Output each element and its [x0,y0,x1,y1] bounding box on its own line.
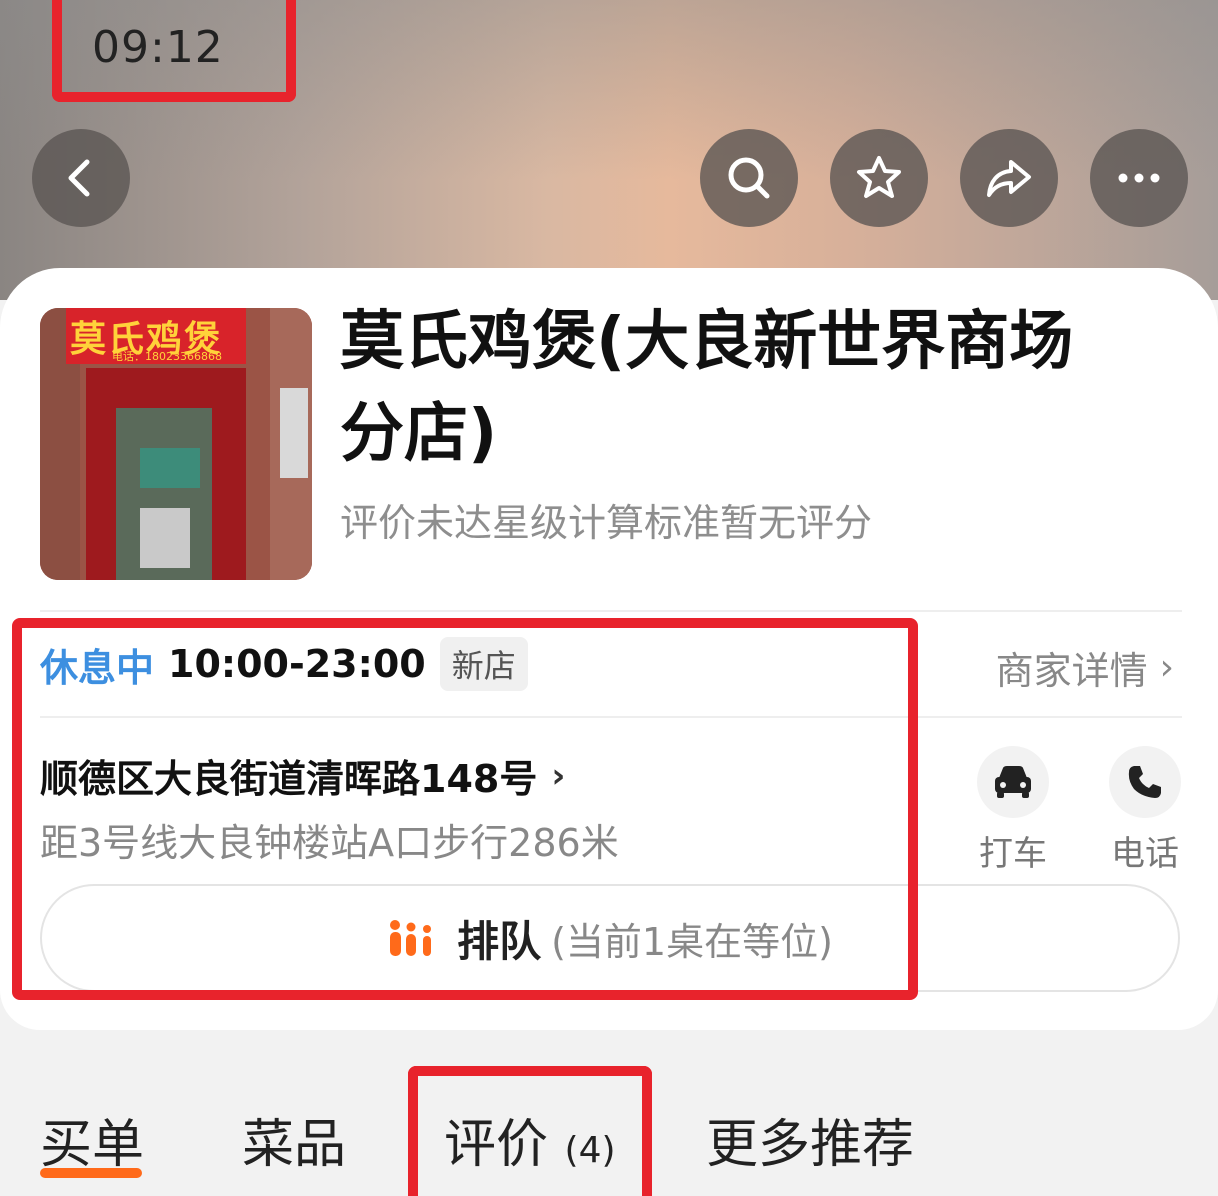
more-icon [1118,173,1160,183]
search-button[interactable] [700,129,798,227]
divider [40,610,1182,612]
annotation-box-time [52,0,296,102]
share-button[interactable] [960,129,1058,227]
back-button[interactable] [32,129,130,227]
merchant-details-label: 商家详情 [995,649,1148,693]
shop-title: 莫氏鸡煲(大良新世界商场分店) [340,305,1074,471]
phone-icon [1109,746,1181,818]
favorite-button[interactable] [830,129,928,227]
star-icon [857,156,901,198]
share-icon [987,160,1031,197]
annotation-box-info [12,618,918,1000]
tab-label: 买单 [40,1115,145,1175]
search-icon [728,157,770,199]
taxi-label: 打车 [979,834,1047,874]
more-button[interactable] [1090,129,1188,227]
car-icon [977,746,1049,818]
chevron-left-icon [68,159,90,197]
tab-dishes[interactable]: 菜品 [242,1102,346,1177]
tab-checkout[interactable]: 买单 [40,1102,144,1177]
merchant-details-link[interactable]: 商家详情 › [996,640,1174,695]
tab-label: 菜品 [242,1115,347,1175]
active-tab-indicator [40,1168,142,1178]
rating-note: 评价未达星级计算标准暂无评分 [340,501,873,545]
taxi-button[interactable]: 打车 [968,746,1058,875]
shop-photo[interactable]: 莫氏鸡煲 电话：18023366868 [40,308,312,580]
sign-phone: 电话：18023366868 [112,350,222,363]
tab-label: 更多推荐 [706,1115,915,1175]
phone-button[interactable]: 电话 [1100,746,1190,875]
annotation-box-reviews [408,1066,652,1196]
phone-label: 电话 [1111,834,1179,874]
tab-more-recommendations[interactable]: 更多推荐 [706,1102,914,1177]
chevron-right-icon: › [1159,647,1174,688]
